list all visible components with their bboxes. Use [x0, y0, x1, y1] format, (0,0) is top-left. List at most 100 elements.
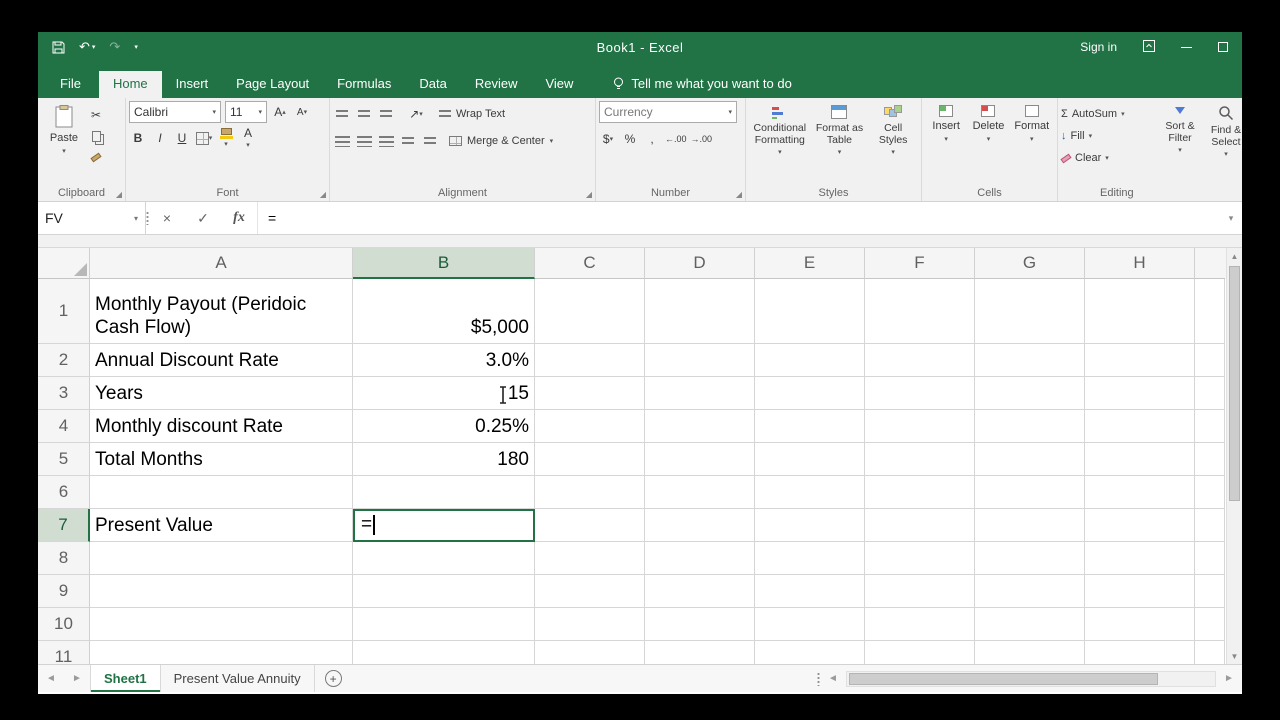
sheet-tab-present-value-annuity[interactable]: Present Value Annuity — [161, 665, 315, 692]
cell-b6[interactable] — [353, 476, 535, 509]
row-header-6[interactable]: 6 — [38, 476, 90, 509]
cell-d8[interactable] — [645, 542, 755, 575]
sign-in-link[interactable]: Sign in — [1080, 40, 1117, 54]
top-align-button[interactable] — [333, 104, 351, 124]
cell-f4[interactable] — [865, 410, 975, 443]
cell-styles-button[interactable]: Cell Styles ▾ — [869, 101, 917, 185]
sheet-nav-right-icon[interactable]: ► — [64, 665, 90, 692]
cell-h4[interactable] — [1085, 410, 1195, 443]
cell-h7[interactable] — [1085, 509, 1195, 542]
cell-g1[interactable] — [975, 279, 1085, 344]
font-size-combo[interactable]: 11 ▾ — [225, 101, 267, 123]
cell-b2[interactable]: 3.0% — [353, 344, 535, 377]
enter-button[interactable]: ✓ — [185, 202, 221, 234]
column-header-e[interactable]: E — [755, 248, 865, 279]
merge-center-button[interactable]: Merge & Center ▾ — [449, 131, 553, 151]
cell-e2[interactable] — [755, 344, 865, 377]
tab-home[interactable]: Home — [98, 71, 162, 98]
middle-align-button[interactable] — [355, 104, 373, 124]
fill-color-button[interactable]: ▾ — [217, 128, 235, 148]
decrease-indent-button[interactable] — [399, 131, 417, 151]
cell-f5[interactable] — [865, 443, 975, 476]
cell-g6[interactable] — [975, 476, 1085, 509]
insert-cells-button[interactable]: Insert ▾ — [925, 101, 967, 185]
cell-d5[interactable] — [645, 443, 755, 476]
cell-a4[interactable]: Monthly discount Rate — [90, 410, 353, 443]
find-select-button[interactable]: Find & Select ▾ — [1203, 101, 1242, 185]
cell-b4[interactable]: 0.25% — [353, 410, 535, 443]
underline-button[interactable]: U — [173, 128, 191, 148]
cell-a6[interactable] — [90, 476, 353, 509]
cell-f11[interactable] — [865, 641, 975, 664]
cell-c8[interactable] — [535, 542, 645, 575]
cancel-button[interactable]: × — [149, 202, 185, 234]
vertical-scroll-thumb[interactable] — [1229, 266, 1240, 501]
ribbon-display-options-icon[interactable] — [1143, 39, 1155, 55]
copy-button[interactable] — [87, 126, 105, 146]
font-name-combo[interactable]: Calibri ▾ — [129, 101, 221, 123]
cell-c5[interactable] — [535, 443, 645, 476]
cell-i11[interactable] — [1195, 641, 1225, 664]
cell-h8[interactable] — [1085, 542, 1195, 575]
cell-d6[interactable] — [645, 476, 755, 509]
column-header-h[interactable]: H — [1085, 248, 1195, 279]
scroll-up-icon[interactable]: ▲ — [1227, 248, 1242, 264]
column-header-b[interactable]: B — [353, 248, 535, 279]
cell-d11[interactable] — [645, 641, 755, 664]
cell-h2[interactable] — [1085, 344, 1195, 377]
decrease-font-size-button[interactable]: A ▾ — [293, 102, 311, 122]
cell-h11[interactable] — [1085, 641, 1195, 664]
cell-a8[interactable] — [90, 542, 353, 575]
increase-decimal-button[interactable]: ←.00 — [665, 129, 687, 149]
row-header-4[interactable]: 4 — [38, 410, 90, 443]
cell-d3[interactable] — [645, 377, 755, 410]
paste-button[interactable]: Paste ▾ — [41, 101, 87, 185]
cell-i3[interactable] — [1195, 377, 1225, 410]
cell-e8[interactable] — [755, 542, 865, 575]
vertical-scrollbar[interactable]: ▲ ▼ — [1226, 248, 1242, 664]
cell-c3[interactable] — [535, 377, 645, 410]
cell-f9[interactable] — [865, 575, 975, 608]
cell-i9[interactable] — [1195, 575, 1225, 608]
format-as-table-button[interactable]: Format as Table ▾ — [811, 101, 867, 185]
insert-function-button[interactable]: fx — [221, 202, 257, 234]
align-right-button[interactable] — [377, 131, 395, 151]
column-header-f[interactable]: F — [865, 248, 975, 279]
cell-h1[interactable] — [1085, 279, 1195, 344]
cell-f6[interactable] — [865, 476, 975, 509]
cell-e11[interactable] — [755, 641, 865, 664]
cell-g8[interactable] — [975, 542, 1085, 575]
formula-bar-expand-icon[interactable]: ▾ — [1220, 202, 1242, 234]
hscroll-right-icon[interactable]: ► — [1216, 665, 1242, 692]
row-header-10[interactable]: 10 — [38, 608, 90, 641]
cell-a1[interactable]: Monthly Payout (Peridoic Cash Flow) — [90, 279, 353, 344]
active-cell-b7[interactable]: = — [353, 509, 535, 542]
cell-h6[interactable] — [1085, 476, 1195, 509]
cell-c4[interactable] — [535, 410, 645, 443]
column-header-c[interactable]: C — [535, 248, 645, 279]
clear-button[interactable]: Clear ▾ — [1060, 148, 1157, 168]
cell-f1[interactable] — [865, 279, 975, 344]
borders-button[interactable]: ▾ — [195, 128, 213, 148]
cell-i10[interactable] — [1195, 608, 1225, 641]
new-sheet-button[interactable]: + — [324, 670, 342, 687]
cell-c1[interactable] — [535, 279, 645, 344]
cell-f10[interactable] — [865, 608, 975, 641]
cell-i4[interactable] — [1195, 410, 1225, 443]
cell-g5[interactable] — [975, 443, 1085, 476]
tab-page-layout[interactable]: Page Layout — [222, 71, 323, 98]
cell-e5[interactable] — [755, 443, 865, 476]
cell-a5[interactable]: Total Months — [90, 443, 353, 476]
cell-b8[interactable] — [353, 542, 535, 575]
cell-i8[interactable] — [1195, 542, 1225, 575]
sort-filter-button[interactable]: Sort & Filter ▾ — [1157, 101, 1203, 185]
row-header-3[interactable]: 3 — [38, 377, 90, 410]
cell-a10[interactable] — [90, 608, 353, 641]
conditional-formatting-button[interactable]: Conditional Formatting ▾ — [750, 101, 810, 185]
cell-f7[interactable] — [865, 509, 975, 542]
tab-view[interactable]: View — [531, 71, 587, 98]
cell-f3[interactable] — [865, 377, 975, 410]
cell-e4[interactable] — [755, 410, 865, 443]
formula-input[interactable]: = — [257, 202, 1220, 234]
tell-me-box[interactable]: Tell me what you want to do — [613, 76, 792, 98]
